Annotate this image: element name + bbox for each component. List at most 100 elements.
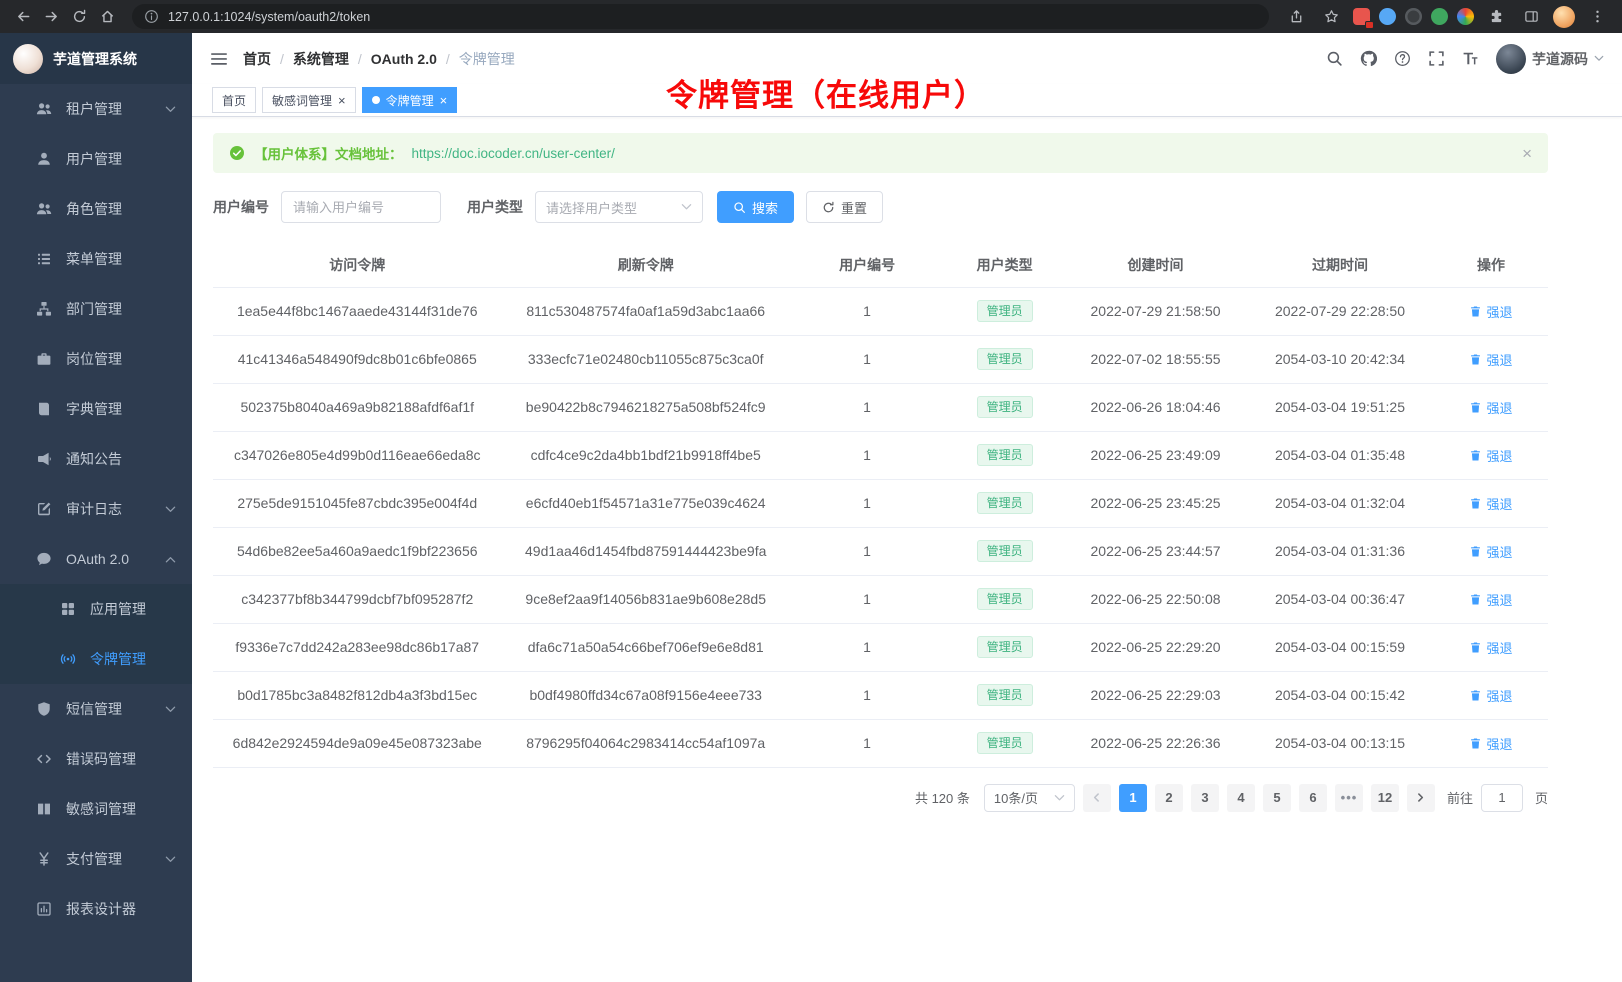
force-logout-button[interactable]: 强退 [1469,494,1512,513]
sidebar-item-9[interactable]: OAuth 2.0 [0,534,192,584]
page-more-button[interactable]: ••• [1335,784,1363,812]
search-button[interactable]: 搜索 [717,191,794,223]
force-logout-button[interactable]: 强退 [1469,302,1512,321]
table-row: 502375b8040a469a9b82188afdf6af1fbe90422b… [213,383,1548,431]
extension-icon-red[interactable] [1353,8,1370,25]
fullscreen-icon[interactable] [1428,50,1445,67]
address-bar[interactable]: 127.0.0.1:1024/system/oauth2/token [132,4,1269,29]
page-button-6[interactable]: 6 [1299,784,1327,812]
page-button-3[interactable]: 3 [1191,784,1219,812]
sidebar-item-16[interactable]: 报表设计器 [0,884,192,934]
access-token-cell: 54d6be82ee5a460a9aedc1f9bf223656 [213,527,501,575]
browser-menu-kebab-icon[interactable] [1584,4,1610,30]
briefcase-icon [36,351,52,367]
extension-icon-green[interactable] [1431,8,1448,25]
tab-0[interactable]: 首页 [212,87,256,113]
sidebar-item-10[interactable]: 应用管理 [0,584,192,634]
user-type-badge: 管理员 [977,444,1033,467]
created-time-cell: 2022-06-25 22:26:36 [1065,719,1246,767]
user-type-badge: 管理员 [977,732,1033,755]
page-button-1[interactable]: 1 [1119,784,1147,812]
force-logout-button[interactable]: 强退 [1469,398,1512,417]
user-id-cell: 1 [790,383,944,431]
user-id-input[interactable] [281,191,441,223]
sidebar-item-6[interactable]: 字典管理 [0,384,192,434]
sidebar-item-label: 租户管理 [66,99,122,119]
site-info-icon[interactable] [144,9,159,24]
breadcrumb-item-1[interactable]: 系统管理 [293,49,349,69]
chevron-down-icon [681,203,692,211]
breadcrumb-item-0[interactable]: 首页 [243,49,271,69]
font-size-icon[interactable] [1462,50,1479,67]
bookmark-star-icon[interactable] [1318,4,1344,30]
refresh-token-cell: be90422b8c7946218275a508bf524fc9 [501,383,789,431]
page-size-select[interactable]: 10条/页 [984,784,1075,812]
reload-button[interactable] [66,4,92,30]
reset-button[interactable]: 重置 [806,191,883,223]
header-actions: 芋道源码 [1326,44,1604,74]
app-logo[interactable]: 芋道管理系统 [0,33,192,84]
sidebar-item-11[interactable]: 令牌管理 [0,634,192,684]
sidebar-item-7[interactable]: 通知公告 [0,434,192,484]
goto-page-input[interactable] [1481,784,1523,812]
sidebar-item-1[interactable]: 用户管理 [0,134,192,184]
sidebar-item-3[interactable]: 菜单管理 [0,234,192,284]
sidebar-item-4[interactable]: 部门管理 [0,284,192,334]
page-button-12[interactable]: 12 [1371,784,1399,812]
hamburger-icon[interactable] [210,51,228,67]
extension-icon-blue[interactable] [1379,8,1396,25]
sidebar-item-5[interactable]: 岗位管理 [0,334,192,384]
github-icon[interactable] [1360,50,1377,67]
user-type-badge: 管理员 [977,300,1033,323]
user-type-select[interactable]: 请选择用户类型 [535,191,703,223]
browser-profile-avatar[interactable] [1553,6,1575,28]
breadcrumb-item-2[interactable]: OAuth 2.0 [371,51,437,67]
search-icon[interactable] [1326,50,1343,67]
home-button[interactable] [94,4,120,30]
force-logout-button[interactable]: 强退 [1469,734,1512,753]
tab-close-icon[interactable]: × [338,94,346,107]
sidebar-item-label: 用户管理 [66,149,122,169]
tab-close-icon[interactable]: × [440,94,448,107]
search-icon [733,201,746,214]
sidebar-item-13[interactable]: 错误码管理 [0,734,192,784]
prev-page-button[interactable] [1083,784,1111,812]
force-logout-button[interactable]: 强退 [1469,542,1512,561]
sidebar-item-14[interactable]: 敏感词管理 [0,784,192,834]
extension-icon-dark[interactable] [1405,8,1422,25]
extension-icon-multicolor[interactable] [1457,8,1474,25]
alert-doc-link[interactable]: https://doc.iocoder.cn/user-center/ [412,146,615,161]
next-page-button[interactable] [1407,784,1435,812]
force-logout-button[interactable]: 强退 [1469,590,1512,609]
force-logout-button[interactable]: 强退 [1469,686,1512,705]
tree-icon [36,301,52,317]
sidebar-item-label: 岗位管理 [66,349,122,369]
browser-toolbar: 127.0.0.1:1024/system/oauth2/token [0,0,1622,33]
sidebar-item-15[interactable]: 支付管理 [0,834,192,884]
users-icon [36,101,52,117]
alert-close-icon[interactable]: × [1522,145,1532,162]
user-id-cell: 1 [790,287,944,335]
sidebar-item-0[interactable]: 租户管理 [0,84,192,134]
page-button-2[interactable]: 2 [1155,784,1183,812]
back-button[interactable] [10,4,36,30]
user-menu[interactable]: 芋道源码 [1496,44,1604,74]
force-logout-button[interactable]: 强退 [1469,350,1512,369]
sidebar-item-8[interactable]: 审计日志 [0,484,192,534]
table-row: 1ea5e44f8bc1467aaede43144f31de76811c5304… [213,287,1548,335]
share-icon[interactable] [1283,4,1309,30]
tab-1[interactable]: 敏感词管理× [262,87,356,113]
force-logout-button[interactable]: 强退 [1469,446,1512,465]
filter-bar: 用户编号 用户类型 请选择用户类型 搜索 重置 [213,191,1548,223]
page-button-4[interactable]: 4 [1227,784,1255,812]
sidebar-item-12[interactable]: 短信管理 [0,684,192,734]
sidebar-item-2[interactable]: 角色管理 [0,184,192,234]
code-icon [36,751,52,767]
force-logout-button[interactable]: 强退 [1469,638,1512,657]
side-panel-icon[interactable] [1518,4,1544,30]
help-icon[interactable] [1394,50,1411,67]
page-button-5[interactable]: 5 [1263,784,1291,812]
forward-button[interactable] [38,4,64,30]
extensions-puzzle-icon[interactable] [1483,4,1509,30]
tab-2[interactable]: 令牌管理× [362,87,458,113]
